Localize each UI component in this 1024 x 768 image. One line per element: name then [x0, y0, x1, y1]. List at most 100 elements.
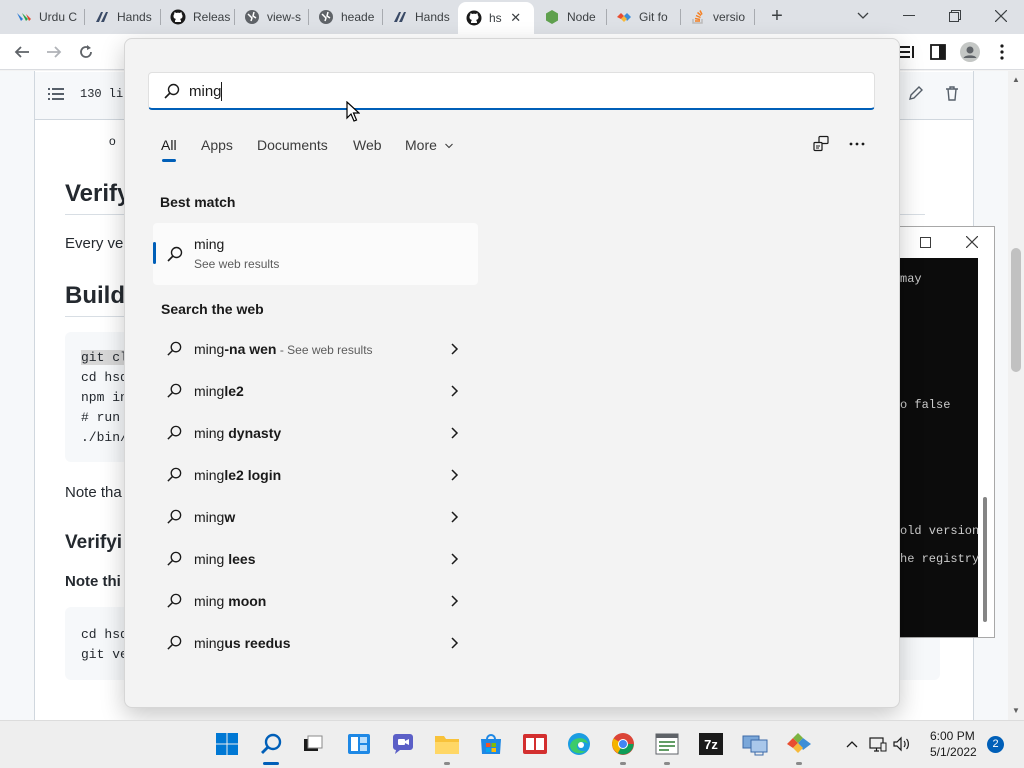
filter-tab-more[interactable]: More — [405, 137, 453, 153]
microsoft-store-icon[interactable] — [477, 730, 505, 758]
best-match-result[interactable] — [153, 223, 478, 285]
filter-tab-apps[interactable]: Apps — [201, 137, 233, 153]
scroll-up-arrow-icon[interactable]: ▲ — [1008, 72, 1024, 88]
file-explorer-icon[interactable] — [433, 730, 461, 758]
clock-time[interactable]: 6:00 PM — [930, 729, 975, 743]
tab-search-chevron-icon[interactable] — [848, 4, 878, 28]
filter-tab-documents[interactable]: Documents — [257, 137, 328, 153]
web-result-completion: moon — [224, 593, 267, 609]
chevron-right-icon[interactable] — [449, 342, 461, 356]
browser-menu-kebab-icon[interactable] — [990, 40, 1014, 64]
heading-verify: Verify — [65, 180, 131, 207]
clock-date[interactable]: 5/1/2022 — [930, 745, 977, 759]
edge-browser-icon[interactable] — [565, 730, 593, 758]
tab-favicon-hands-icon — [392, 9, 408, 25]
chevron-right-icon[interactable] — [449, 636, 461, 650]
web-result-text: mingw — [194, 509, 235, 525]
window-close-icon[interactable] — [986, 4, 1016, 28]
best-match-heading: Best match — [160, 194, 236, 210]
chrome-browser-icon[interactable] — [609, 730, 637, 758]
code-line: cd hsd — [81, 370, 128, 385]
web-result-item[interactable]: ming moon — [153, 581, 473, 621]
web-result-prefix: ming — [194, 467, 225, 483]
start-windows-icon[interactable] — [213, 730, 241, 758]
terminal-scrollbar[interactable] — [983, 497, 987, 622]
heading-building: Buildi — [65, 282, 132, 309]
profile-avatar-icon[interactable] — [958, 40, 982, 64]
code-line: cd hsd — [81, 627, 128, 642]
forward-arrow-icon[interactable] — [42, 40, 66, 64]
filter-tab-web[interactable]: Web — [353, 137, 382, 153]
web-result-item[interactable]: mingle2 login — [153, 455, 473, 495]
web-result-completion: lees — [224, 551, 256, 567]
side-panel-icon[interactable] — [926, 40, 950, 64]
tab-node[interactable]: Node — [536, 4, 606, 30]
new-tab-plus-icon[interactable]: + — [766, 6, 788, 28]
chevron-right-icon[interactable] — [449, 594, 461, 608]
7zip-icon[interactable]: 7z — [697, 730, 725, 758]
web-result-completion: dynasty — [224, 425, 282, 441]
tab-label: hs — [489, 11, 502, 25]
outline-list-icon[interactable] — [48, 86, 64, 102]
reload-icon[interactable] — [74, 40, 98, 64]
tab-label: versio — [713, 10, 746, 24]
terminal-window[interactable]: may o false old version he registry — [897, 226, 995, 638]
heading-verifying: Verifyi — [65, 532, 123, 553]
web-result-prefix: ming — [194, 341, 225, 357]
restore-icon[interactable] — [940, 4, 970, 28]
web-result-item[interactable]: mingle2 — [153, 371, 473, 411]
tab-urdu[interactable]: Urdu C — [8, 4, 78, 30]
task-view-icon[interactable] — [299, 730, 327, 758]
web-result-item[interactable]: mingw — [153, 497, 473, 537]
tab-view-source[interactable]: view-s — [236, 4, 308, 30]
tab-version[interactable]: versio — [682, 4, 754, 30]
filter-tab-all[interactable]: All — [161, 137, 177, 153]
tab-hsd-active[interactable]: hs ✕ — [458, 2, 534, 34]
terminal-maximize-icon[interactable] — [920, 235, 931, 253]
page-scrollbar[interactable] — [1008, 71, 1024, 720]
taskbar-search-icon[interactable] — [257, 730, 285, 758]
web-result-item[interactable]: mingus reedus — [153, 623, 473, 663]
web-result-item[interactable]: ming lees — [153, 539, 473, 579]
tab-hands-2[interactable]: Hands — [384, 4, 456, 30]
app-red-window-icon[interactable] — [521, 730, 549, 758]
widgets-icon[interactable] — [345, 730, 373, 758]
volume-icon[interactable] — [892, 734, 912, 754]
minimize-icon[interactable] — [894, 4, 924, 28]
notepad-app-icon[interactable] — [653, 730, 681, 758]
tab-close-icon[interactable]: ✕ — [508, 10, 524, 26]
search-mode-switch-icon[interactable] — [810, 133, 832, 155]
web-result-completion: w — [224, 509, 236, 525]
network-icon[interactable] — [868, 734, 888, 754]
tab-label: Releas — [193, 10, 231, 24]
terminal-close-icon[interactable] — [965, 235, 979, 253]
chevron-right-icon[interactable] — [449, 426, 461, 440]
chevron-right-icon[interactable] — [449, 468, 461, 482]
tab-hands-1[interactable]: Hands — [86, 4, 156, 30]
delete-trash-icon[interactable] — [944, 85, 962, 103]
page-scrollbar-thumb[interactable] — [1011, 248, 1021, 372]
notification-badge[interactable]: 2 — [987, 736, 1004, 753]
scroll-down-arrow-icon[interactable]: ▼ — [1008, 703, 1024, 719]
tab-releases[interactable]: Releas — [162, 4, 234, 30]
tab-header[interactable]: heade — [310, 4, 382, 30]
web-result-item[interactable]: ming dynasty — [153, 413, 473, 453]
search-icon — [166, 382, 183, 399]
tab-git-for-windows[interactable]: Git fo — [608, 4, 680, 30]
svg-text:7z: 7z — [704, 737, 718, 752]
code-line: ./bin/ — [81, 430, 128, 445]
chevron-right-icon[interactable] — [449, 384, 461, 398]
network-app-icon[interactable] — [741, 730, 769, 758]
tab-separator — [382, 9, 383, 25]
chevron-right-icon[interactable] — [449, 552, 461, 566]
teams-chat-icon[interactable] — [389, 730, 417, 758]
chevron-right-icon[interactable] — [449, 510, 461, 524]
search-box[interactable] — [148, 72, 875, 110]
edit-pencil-icon[interactable] — [908, 85, 926, 103]
web-result-item[interactable]: ming-na wen - See web results — [153, 329, 473, 369]
search-input[interactable] — [189, 79, 849, 103]
show-hidden-icons-chevron-icon[interactable] — [842, 734, 862, 754]
more-options-ellipsis-icon[interactable] — [846, 133, 868, 155]
back-arrow-icon[interactable] — [10, 40, 34, 64]
git-extensions-icon[interactable] — [785, 730, 813, 758]
